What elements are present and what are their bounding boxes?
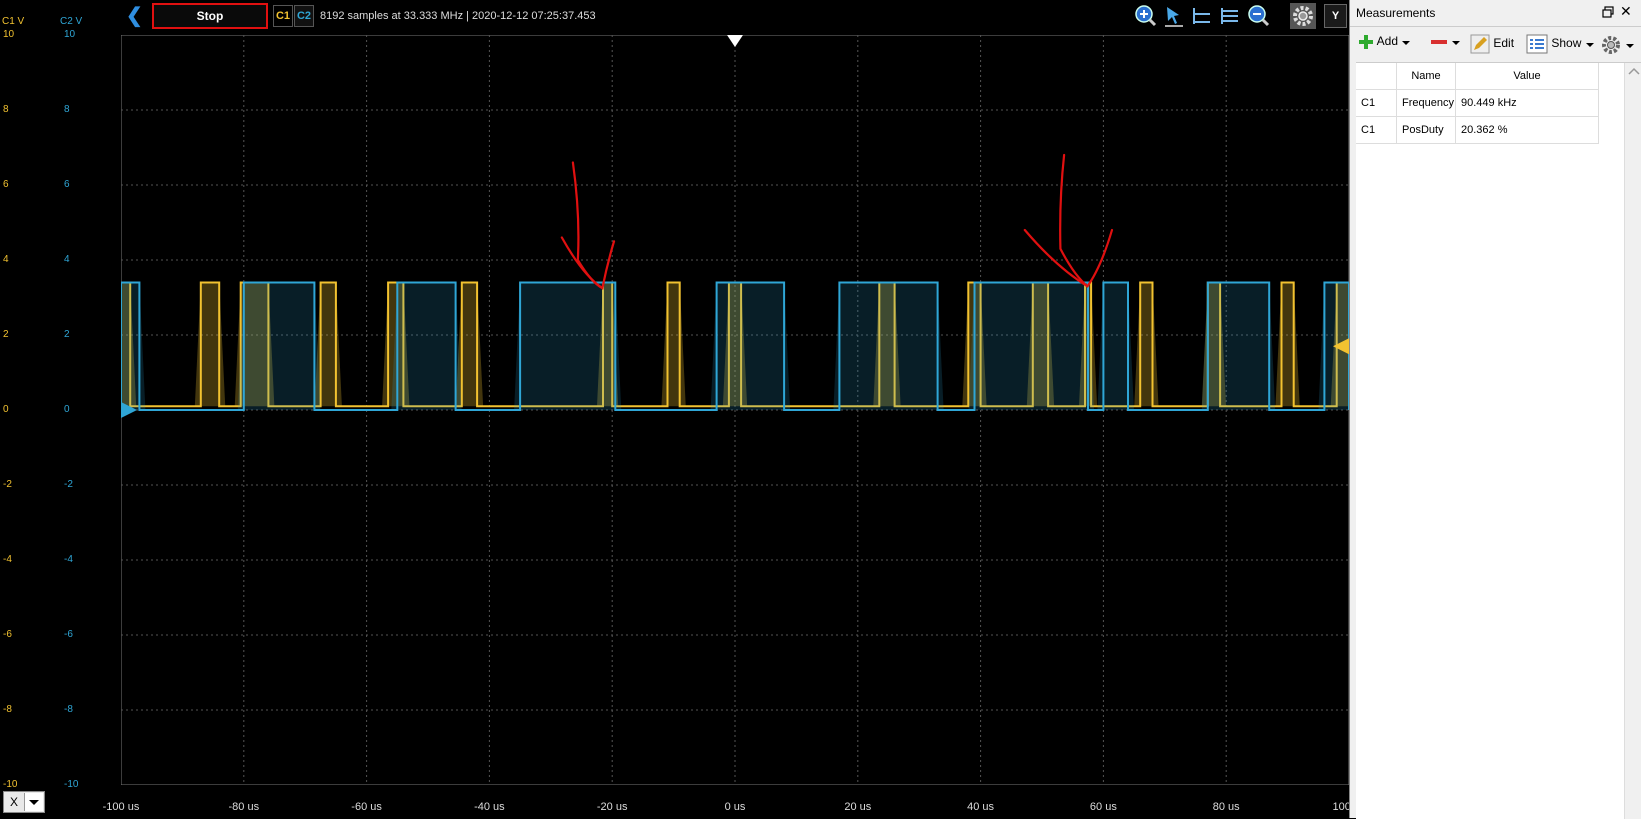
chevron-up-icon[interactable] [1625, 63, 1641, 81]
c2-y-tick-label: 2 [64, 329, 70, 340]
c1-y-tick-label: -8 [3, 704, 12, 715]
y-axis-button[interactable]: Y [1324, 4, 1347, 28]
c2-y-tick-label: -8 [64, 704, 73, 715]
row-value: 90.449 kHz [1455, 89, 1599, 117]
c1-y-tick-label: -2 [3, 479, 12, 490]
c1-y-tick-label: 4 [3, 254, 9, 265]
edit-icon [1470, 34, 1490, 54]
c2-y-tick-label: 6 [64, 179, 70, 190]
settings-gear-icon[interactable] [1290, 3, 1316, 29]
chevron-down-icon[interactable] [24, 793, 43, 811]
c1-y-tick-label: 10 [3, 29, 15, 40]
c2-axis-header: C2 V [60, 16, 83, 27]
edit-label: Edit [1493, 36, 1515, 51]
c2-pulse-shade [237, 282, 321, 410]
c2-pulse-shade [833, 282, 944, 410]
x-tick-label: -80 us [228, 801, 260, 813]
row-channel: C1 [1356, 89, 1397, 117]
x-tick-label: -40 us [474, 801, 505, 813]
chevron-down-icon [1626, 44, 1635, 48]
c2-pulse-shade [514, 282, 622, 410]
panel-toolbar: Add Edit Show [1350, 27, 1641, 61]
c2-pulse-shade [968, 282, 1095, 410]
cursor-horizontal-icon[interactable] [1190, 4, 1214, 28]
x-axis: -100 us -80 us -60 us -40 us -20 us 0 us 20 us… [0, 788, 1366, 818]
vertical-scrollbar[interactable] [1624, 63, 1641, 819]
list-icon [1526, 34, 1548, 54]
remove-measurement-button[interactable] [1430, 34, 1461, 56]
channel1-button[interactable]: C1 [273, 5, 293, 27]
zoom-in-icon[interactable] [1133, 4, 1157, 28]
restore-window-icon[interactable] [1602, 6, 1614, 18]
x-tick-label: 60 us [1089, 801, 1117, 813]
measurements-table-area: Name Value C1 Frequency 90.449 kHz C1 Po… [1356, 62, 1641, 819]
scope-toolbar: ❮ Stop C1 C2 8192 samples at 33.333 MHz … [0, 0, 1349, 32]
c1-axis-header: C1 V [2, 16, 25, 27]
show-label: Show [1551, 36, 1582, 51]
scope-view: ❮ Stop C1 C2 8192 samples at 33.333 MHz … [0, 0, 1366, 818]
gear-icon [1602, 36, 1620, 54]
c1-y-tick-label: 6 [3, 179, 9, 190]
c1-y-tick-label: 8 [3, 104, 9, 115]
show-measurements-button[interactable]: Show [1526, 34, 1595, 56]
col-value-header[interactable]: Value [1455, 63, 1599, 90]
waveform-plot[interactable] [121, 35, 1349, 785]
row-name: PosDuty [1396, 116, 1456, 144]
c1-y-tick-label: 0 [3, 404, 9, 415]
x-tick-label: 0 us [724, 801, 746, 813]
add-label: Add [1376, 34, 1399, 49]
c1-y-tick-label: 2 [3, 329, 9, 340]
x-tick-label: 80 us [1212, 801, 1240, 813]
cursor-select-icon[interactable] [1162, 4, 1186, 28]
cursor-multi-icon[interactable] [1218, 4, 1242, 28]
c2-y-tick-label: -4 [64, 554, 73, 565]
edit-measurement-button[interactable]: Edit [1470, 34, 1514, 56]
col-name-header[interactable]: Name [1396, 63, 1456, 90]
row-value: 20.362 % [1455, 116, 1599, 144]
chevron-down-icon [1585, 43, 1594, 47]
close-icon[interactable]: ✕ [1620, 3, 1632, 20]
x-tick-label: -20 us [596, 801, 628, 813]
c2-y-tick-label: 10 [64, 29, 76, 40]
measurements-table: Name Value C1 Frequency 90.449 kHz C1 Po… [1356, 63, 1599, 144]
x-tick-label: -60 us [351, 801, 382, 813]
back-arrow-button[interactable]: ❮ [126, 6, 144, 28]
measurements-panel: Measurements ✕ Add Edit Show Name Value … [1349, 0, 1641, 819]
channel2-button[interactable]: C2 [294, 5, 314, 27]
col-channel-header [1356, 63, 1397, 90]
plus-icon [1359, 35, 1373, 49]
c1-y-tick-label: -4 [3, 554, 12, 565]
x-tick-label: 40 us [967, 801, 995, 813]
c2-y-tick-label: 0 [64, 404, 70, 415]
chevron-down-icon [1452, 41, 1461, 45]
c2-y-tick-label: -2 [64, 479, 73, 490]
panel-header: Measurements ✕ [1350, 0, 1641, 27]
x-tick-label: 20 us [844, 801, 872, 813]
x-tick-label: -100 us [102, 801, 140, 813]
c1-y-tick-label: -6 [3, 629, 12, 640]
table-row[interactable]: C1 Frequency 90.449 kHz [1356, 89, 1599, 117]
chevron-down-icon [1402, 41, 1411, 45]
stop-button[interactable]: Stop [152, 3, 268, 29]
panel-settings-button[interactable] [1600, 34, 1635, 56]
row-name: Frequency [1396, 89, 1456, 117]
c2-pulse-shade [1201, 282, 1276, 410]
c2-y-tick-label: -6 [64, 629, 73, 640]
row-channel: C1 [1356, 116, 1397, 144]
table-row[interactable]: C1 PosDuty 20.362 % [1356, 116, 1599, 144]
add-measurement-button[interactable]: Add [1358, 34, 1411, 56]
acquisition-info: 8192 samples at 33.333 MHz | 2020-12-12 … [320, 10, 596, 22]
x-axis-select[interactable]: X [3, 791, 45, 813]
x-select-label: X [10, 795, 19, 809]
minus-icon [1431, 40, 1447, 44]
zoom-fit-icon[interactable] [1246, 4, 1270, 28]
c2-pulse-shade [391, 282, 462, 410]
c2-pulse-shade [710, 282, 791, 410]
c2-y-tick-label: 8 [64, 104, 70, 115]
c2-y-tick-label: 4 [64, 254, 70, 265]
panel-title: Measurements [1356, 6, 1436, 20]
